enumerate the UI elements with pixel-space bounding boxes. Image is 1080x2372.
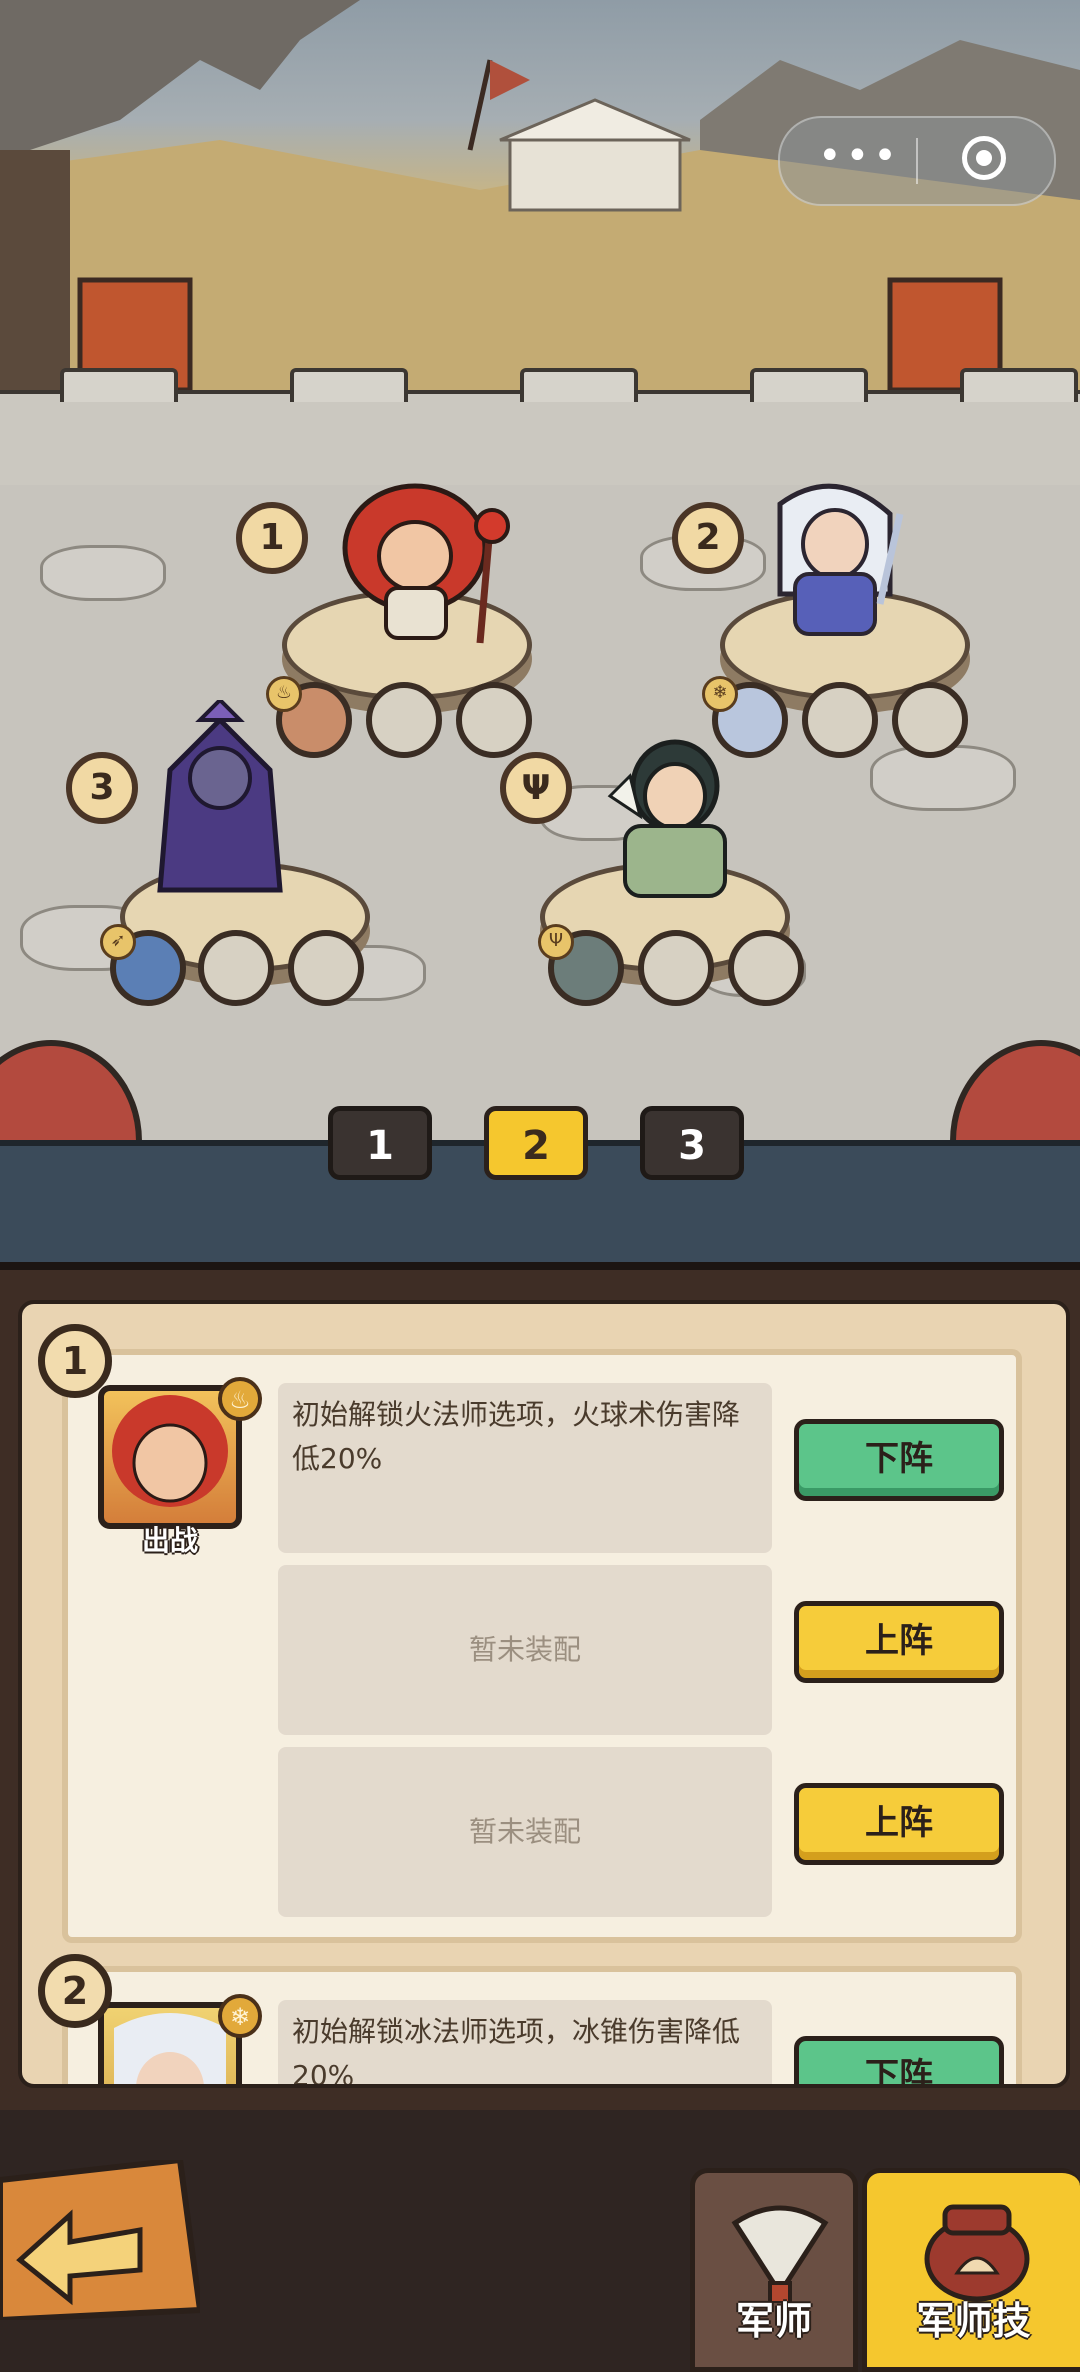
equip-button[interactable]: 上阵 <box>794 1783 1004 1865</box>
snowflake-icon: ❄ <box>702 676 738 712</box>
unequip-button[interactable]: 下阵 <box>794 2036 1004 2084</box>
slot-2-number: 2 <box>672 502 744 574</box>
fire-mage-face <box>112 1395 228 1507</box>
ice-swordsman-hero[interactable] <box>740 474 930 644</box>
slot-1-number: 1 <box>236 502 308 574</box>
skill-slot-2: 暂未装配 <box>278 1565 772 1735</box>
trident-icon: Ψ <box>538 924 574 960</box>
slot-3-empty-ring[interactable] <box>288 930 364 1006</box>
nav-tab-strategist[interactable]: 军师 <box>690 2168 858 2372</box>
slot-4-empty-ring[interactable] <box>728 930 804 1006</box>
nav-tab-strategist-skill[interactable]: 军师技 <box>862 2168 1080 2372</box>
background-landscape <box>0 0 1080 393</box>
nav-tab-strategist-label: 军师 <box>735 2299 812 2343</box>
formation-tab-3[interactable]: 3 <box>640 1106 744 1180</box>
bow-icon: ➶ <box>100 924 136 960</box>
skill-panel: ♨ 出战 初始解锁火法师选项，火球术伤害降低20% 下阵 暂未装配 上阵 暂未装… <box>0 1262 1080 2118</box>
ice-swordsman-face <box>114 2013 226 2084</box>
back-arrow-icon[interactable] <box>0 2160 200 2320</box>
formation-tab-1[interactable]: 1 <box>328 1106 432 1180</box>
nav-tab-strategist-skill-label: 军师技 <box>916 2299 1031 2343</box>
card-1-number: 1 <box>38 1324 112 1398</box>
fan-icon <box>731 2205 829 2303</box>
formation-tab-2[interactable]: 2 <box>484 1106 588 1180</box>
slot-1-empty-ring[interactable] <box>366 682 442 758</box>
target-icon[interactable] <box>962 136 1006 180</box>
skill-card-1: ♨ 出战 初始解锁火法师选项，火球术伤害降低20% 下阵 暂未装配 上阵 暂未装… <box>62 1349 1022 1943</box>
deployed-tag: 出战 <box>142 1524 199 1557</box>
bag-icon <box>924 2204 1030 2302</box>
fire-icon: ♨ <box>218 1377 262 1421</box>
slot-2-empty-ring[interactable] <box>802 682 878 758</box>
card-2-number: 2 <box>38 1954 112 2028</box>
miniprogram-capsule: ••• <box>778 116 1056 206</box>
skill-slot-1: 初始解锁火法师选项，火球术伤害降低20% <box>278 1383 772 1553</box>
snowflake-icon: ❄ <box>218 1994 262 2038</box>
slot-2-empty-ring[interactable] <box>892 682 968 758</box>
skill-card-2: ❄ 初始解锁冰法师选项，冰锥伤害降低20% 下阵 <box>62 1966 1022 2084</box>
fire-mage-hero[interactable] <box>320 478 520 648</box>
more-dots-icon[interactable]: ••• <box>818 134 897 184</box>
unequip-button[interactable]: 下阵 <box>794 1419 1004 1501</box>
slot-3-empty-ring[interactable] <box>198 930 274 1006</box>
skill-slot-3: 暂未装配 <box>278 1747 772 1917</box>
capsule-divider <box>916 138 918 184</box>
slot-1-empty-ring[interactable] <box>456 682 532 758</box>
slot-4-empty-ring[interactable] <box>638 930 714 1006</box>
slot-3-number: 3 <box>66 752 138 824</box>
equip-button[interactable]: 上阵 <box>794 1601 1004 1683</box>
skill-list[interactable]: ♨ 出战 初始解锁火法师选项，火球术伤害降低20% 下阵 暂未装配 上阵 暂未装… <box>18 1300 1070 2088</box>
skill-slot-1: 初始解锁冰法师选项，冰锥伤害降低20% <box>278 2000 772 2084</box>
shadow-mage-hero[interactable] <box>140 700 300 900</box>
trident-icon: Ψ <box>500 752 572 824</box>
strategist-hero[interactable] <box>590 716 760 906</box>
